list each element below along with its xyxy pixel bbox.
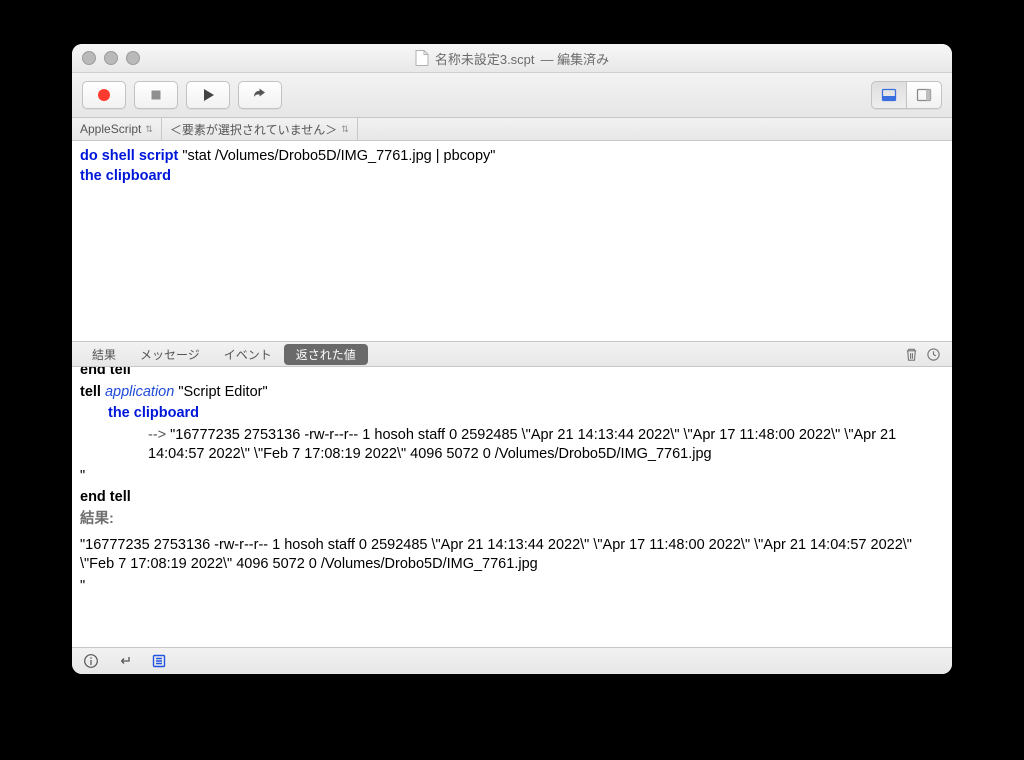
log-line: end tell xyxy=(80,488,944,508)
result-output: "16777235 2753136 -rw-r--r-- 1 hosoh sta… xyxy=(80,536,944,575)
log-line: the clipboard xyxy=(80,404,944,424)
return-icon[interactable] xyxy=(116,652,134,670)
keyword: tell xyxy=(80,384,101,400)
stop-button[interactable] xyxy=(134,81,178,109)
application-italic: application xyxy=(105,384,174,400)
description-button[interactable] xyxy=(82,652,100,670)
log-history-button[interactable] xyxy=(922,347,944,362)
element-path-label: ＜要素が選択されていません＞ xyxy=(170,121,337,138)
element-path-picker[interactable]: ＜要素が選択されていません＞ ⇅ xyxy=(162,118,358,140)
document-icon xyxy=(415,50,429,66)
zoom-window-button[interactable] xyxy=(126,51,140,65)
chevron-updown-icon: ⇅ xyxy=(341,125,349,134)
document-filename: 名称未設定3.scpt xyxy=(435,49,535,68)
run-button[interactable] xyxy=(186,81,230,109)
window-title: 名称未設定3.scpt — 編集済み xyxy=(72,49,952,68)
compile-button[interactable] xyxy=(238,81,282,109)
code-line: the clipboard xyxy=(80,167,944,187)
reply-arrow: --> xyxy=(148,427,170,443)
close-window-button[interactable] xyxy=(82,51,96,65)
tab-messages[interactable]: メッセージ xyxy=(128,344,212,365)
log-line: " xyxy=(80,467,944,487)
results-tabbar: 結果 メッセージ イベント 返された値 xyxy=(72,342,952,367)
string-literal: "Script Editor" xyxy=(174,384,267,400)
tab-result[interactable]: 結果 xyxy=(80,344,128,365)
log-line: end tell xyxy=(80,367,944,381)
minimize-window-button[interactable] xyxy=(104,51,118,65)
string-literal: "stat /Volumes/Drobo5D/IMG_7761.jpg | pb… xyxy=(178,148,495,164)
log-line: --> "16777235 2753136 -rw-r--r-- 1 hosoh… xyxy=(80,426,944,465)
keyword: do shell script xyxy=(80,148,178,164)
view-mode-segment xyxy=(871,81,942,109)
toolbar xyxy=(72,73,952,118)
navigation-bar: AppleScript ⇅ ＜要素が選択されていません＞ ⇅ xyxy=(72,118,952,141)
keyword: the clipboard xyxy=(80,168,171,184)
result-label: 結果: xyxy=(80,510,944,530)
clear-log-button[interactable] xyxy=(900,347,922,362)
tab-events[interactable]: イベント xyxy=(212,344,284,365)
accessory-button[interactable] xyxy=(150,652,168,670)
show-log-button[interactable] xyxy=(871,81,907,109)
script-editor-window: 名称未設定3.scpt — 編集済み AppleScrip xyxy=(72,44,952,674)
code-line: do shell script "stat /Volumes/Drobo5D/I… xyxy=(80,147,944,167)
statusbar xyxy=(72,647,952,674)
record-button[interactable] xyxy=(82,81,126,109)
chevron-updown-icon: ⇅ xyxy=(145,125,153,134)
titlebar: 名称未設定3.scpt — 編集済み xyxy=(72,44,952,73)
language-picker[interactable]: AppleScript ⇅ xyxy=(72,118,162,140)
language-label: AppleScript xyxy=(80,122,141,136)
result-output-close: " xyxy=(80,577,944,597)
log-output: "16777235 2753136 -rw-r--r-- 1 hosoh sta… xyxy=(148,427,896,463)
keyword: the clipboard xyxy=(108,405,199,421)
keyword: end tell xyxy=(80,489,131,505)
log-pane[interactable]: end tell tell application "Script Editor… xyxy=(72,367,952,647)
window-controls xyxy=(82,51,140,65)
document-status: — 編集済み xyxy=(541,49,610,68)
script-editor-pane[interactable]: do shell script "stat /Volumes/Drobo5D/I… xyxy=(72,141,952,342)
show-bundle-button[interactable] xyxy=(906,81,942,109)
tab-replies[interactable]: 返された値 xyxy=(284,344,368,365)
log-line: tell application "Script Editor" xyxy=(80,383,944,403)
